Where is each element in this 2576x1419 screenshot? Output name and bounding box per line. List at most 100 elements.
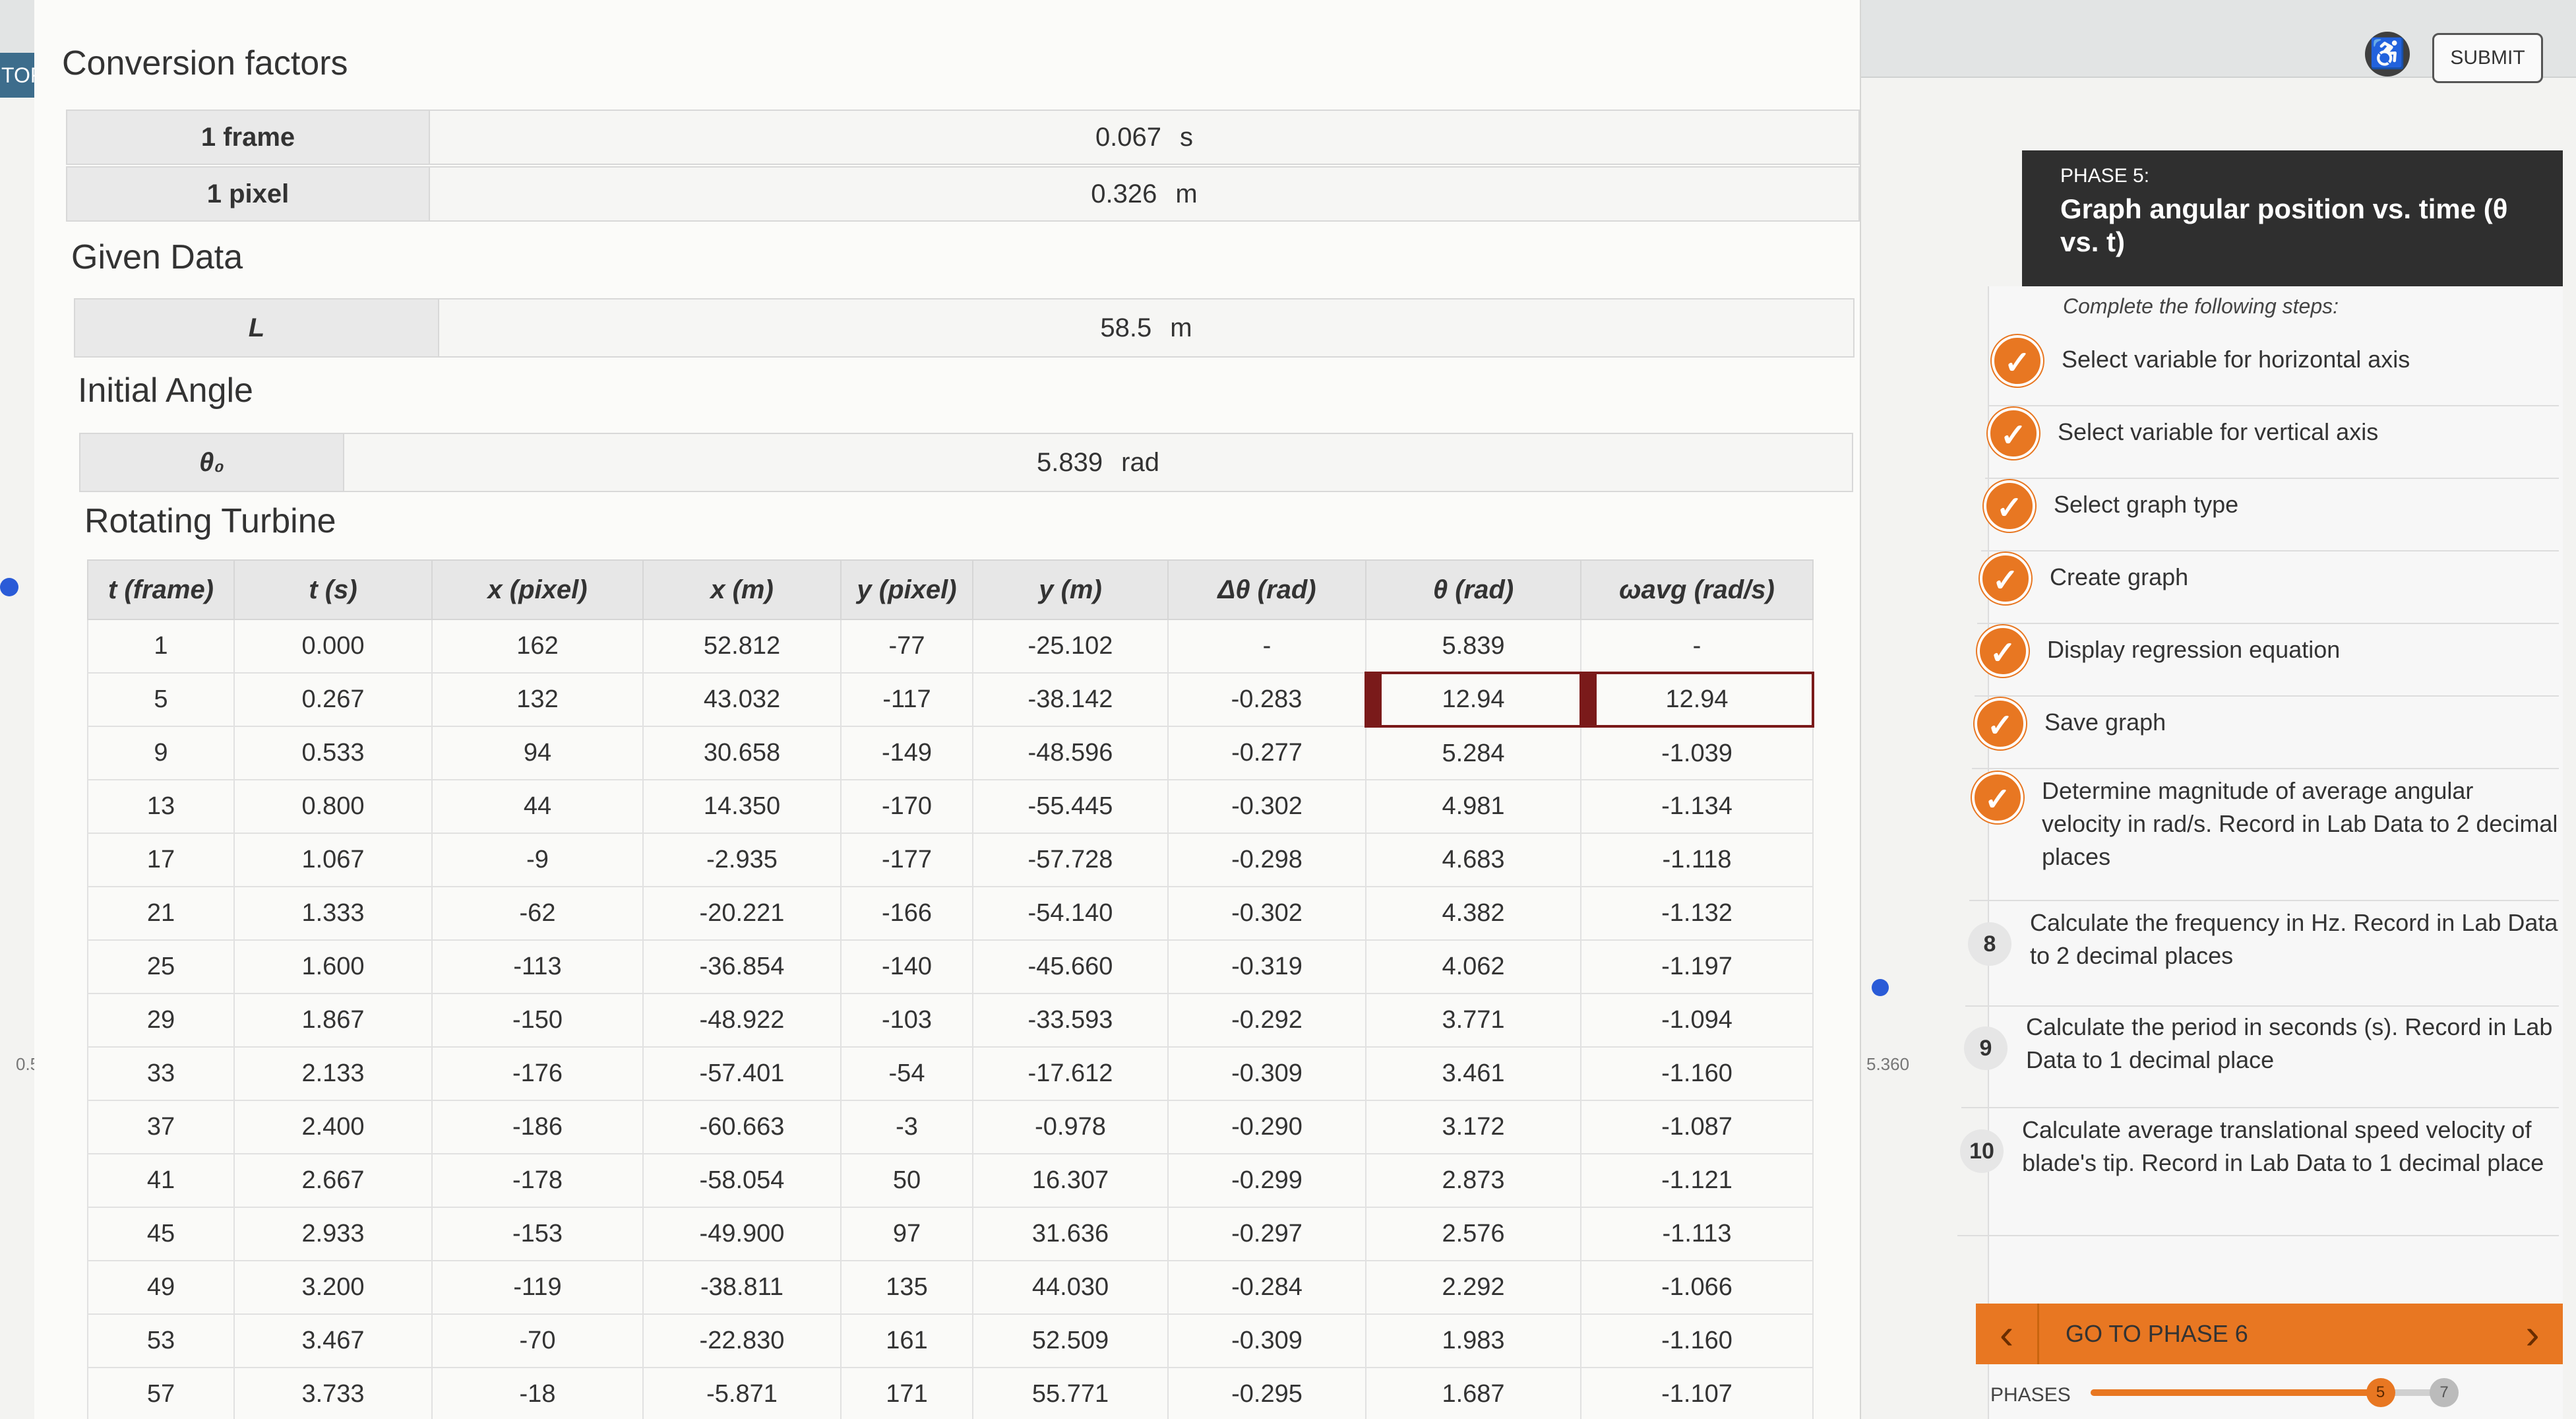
table-cell: 1.867: [233, 993, 433, 1048]
phase-progress-slider[interactable]: 5 7: [2091, 1378, 2459, 1407]
conversion-value: 0.067: [1095, 122, 1162, 152]
step-number-badge: 10: [1960, 1129, 2004, 1173]
initial-value: 5.839: [1037, 447, 1103, 477]
table-cell[interactable]: -1.160: [1580, 1313, 1814, 1368]
table-cell: 17: [87, 833, 235, 887]
table-cell[interactable]: 3.771: [1365, 993, 1581, 1048]
table-cell: 3.467: [233, 1313, 433, 1368]
table-cell: -140: [840, 939, 973, 994]
table-cell[interactable]: -1.113: [1580, 1207, 1814, 1261]
column-header: ωavg (rad/s): [1580, 559, 1814, 620]
phase-step[interactable]: 10 Calculate average translational speed …: [1957, 1111, 2559, 1236]
chevron-right-icon[interactable]: ›: [2502, 1309, 2563, 1358]
table-cell[interactable]: -: [1580, 619, 1814, 674]
current-phase-knob[interactable]: 5: [2366, 1378, 2395, 1407]
table-cell[interactable]: 2.292: [1365, 1260, 1581, 1315]
table-cell[interactable]: -1.134: [1580, 779, 1814, 834]
table-cell: -17.612: [972, 1046, 1169, 1101]
table-cell[interactable]: 12.94: [1579, 672, 1814, 728]
column-header: x (pixel): [431, 559, 644, 620]
table-cell[interactable]: -1.197: [1580, 939, 1814, 994]
table-row: 21 1.333 -62 -20.221 -166 -54.140 -0.302 4.382-…: [87, 886, 1814, 941]
table-cell: -113: [431, 939, 644, 994]
go-to-next-phase-button[interactable]: ‹ GO TO PHASE 6 ›: [1976, 1304, 2563, 1364]
table-row: 17 1.067 -9 -2.935 -177 -57.728 -0.298 4.683 -1.…: [87, 833, 1814, 887]
phase-header: PHASE 5: Graph angular position vs. time…: [2022, 150, 2563, 286]
table-cell: -54: [840, 1046, 973, 1101]
table-cell: 21: [87, 886, 235, 941]
table-cell: 0.267: [233, 672, 433, 727]
accessibility-icon[interactable]: ♿: [2365, 32, 2410, 77]
checkmark-icon: ✓: [1975, 698, 2026, 749]
column-header: x (m): [642, 559, 842, 620]
chevron-left-icon[interactable]: ‹: [1976, 1304, 2039, 1364]
table-cell: -3: [840, 1100, 973, 1154]
table-cell: -0.295: [1167, 1367, 1366, 1419]
table-cell: -119: [431, 1260, 644, 1315]
table-cell[interactable]: 1.687: [1365, 1367, 1581, 1419]
phase-step[interactable]: ✓ Display regression equation: [1975, 625, 2559, 697]
given-key: L: [75, 300, 439, 356]
step-number-badge: 9: [1964, 1026, 2008, 1070]
given-data-title: Given Data: [71, 238, 243, 276]
given-data-row: L 58.5 m: [74, 298, 1855, 358]
table-cell: 2.933: [233, 1207, 433, 1261]
phase-step[interactable]: ✓ Select variable for vertical axis: [1985, 408, 2559, 479]
table-cell[interactable]: 1.983: [1365, 1313, 1581, 1368]
tab-tag[interactable]: TOF: [0, 53, 43, 98]
table-cell[interactable]: 12.94: [1365, 672, 1582, 728]
phase-step[interactable]: ✓ Select graph type: [1981, 480, 2559, 552]
rotating-turbine-title: Rotating Turbine: [84, 502, 336, 540]
table-cell[interactable]: 5.839: [1365, 619, 1581, 674]
phase-step[interactable]: ✓ Create graph: [1977, 553, 2559, 624]
phase-step[interactable]: ✓ Determine magnitude of average angular …: [1969, 772, 2559, 901]
table-cell: -0.292: [1167, 993, 1366, 1048]
checkmark-icon: ✓: [1972, 772, 2023, 823]
table-cell[interactable]: 3.461: [1365, 1046, 1581, 1101]
table-cell[interactable]: 4.062: [1365, 939, 1581, 994]
table-cell[interactable]: -1.132: [1580, 886, 1814, 941]
table-cell[interactable]: -1.087: [1580, 1100, 1814, 1154]
graph-point: [0, 578, 18, 596]
table-cell[interactable]: 2.873: [1365, 1153, 1581, 1208]
table-cell[interactable]: 3.172: [1365, 1100, 1581, 1154]
table-cell: -18: [431, 1367, 644, 1419]
table-cell: -186: [431, 1100, 644, 1154]
table-cell: -77: [840, 619, 973, 674]
table-cell[interactable]: -1.118: [1580, 833, 1814, 887]
table-cell[interactable]: -1.094: [1580, 993, 1814, 1048]
table-cell: -62: [431, 886, 644, 941]
table-cell[interactable]: 4.382: [1365, 886, 1581, 941]
table-cell: 3.200: [233, 1260, 433, 1315]
checkmark-icon: ✓: [1980, 553, 2031, 604]
table-cell: 45: [87, 1207, 235, 1261]
phase-step[interactable]: ✓ Save graph: [1972, 698, 2559, 769]
table-cell: 1.600: [233, 939, 433, 994]
table-cell[interactable]: 4.683: [1365, 833, 1581, 887]
initial-key: θ₀: [80, 434, 344, 491]
table-cell[interactable]: 2.576: [1365, 1207, 1581, 1261]
table-cell[interactable]: -1.121: [1580, 1153, 1814, 1208]
conversion-key: 1 frame: [67, 111, 430, 164]
phase-step[interactable]: ✓ Select variable for horizontal axis: [1989, 335, 2559, 406]
table-cell: 55.771: [972, 1367, 1169, 1419]
table-cell[interactable]: 5.284: [1365, 726, 1581, 780]
table-cell: 9: [87, 726, 235, 780]
table-cell[interactable]: -1.107: [1580, 1367, 1814, 1419]
last-phase-knob[interactable]: 7: [2430, 1378, 2459, 1407]
table-cell: -149: [840, 726, 973, 780]
phase-instructions: Complete the following steps:: [2063, 294, 2339, 318]
submit-button[interactable]: SUBMIT: [2432, 33, 2543, 83]
table-cell: 0.533: [233, 726, 433, 780]
table-cell: -150: [431, 993, 644, 1048]
table-cell: -0.284: [1167, 1260, 1366, 1315]
table-cell: -9: [431, 833, 644, 887]
phase-step[interactable]: 8 Calculate the frequency in Hz. Record i…: [1965, 904, 2559, 1007]
table-cell[interactable]: -1.066: [1580, 1260, 1814, 1315]
table-cell[interactable]: -1.160: [1580, 1046, 1814, 1101]
table-cell[interactable]: 4.981: [1365, 779, 1581, 834]
phase-step[interactable]: 9 Calculate the period in seconds (s). Re…: [1961, 1008, 2559, 1108]
table-cell: -20.221: [642, 886, 842, 941]
initial-angle-row: θ₀ 5.839 rad: [79, 433, 1853, 492]
table-cell[interactable]: -1.039: [1580, 726, 1814, 780]
